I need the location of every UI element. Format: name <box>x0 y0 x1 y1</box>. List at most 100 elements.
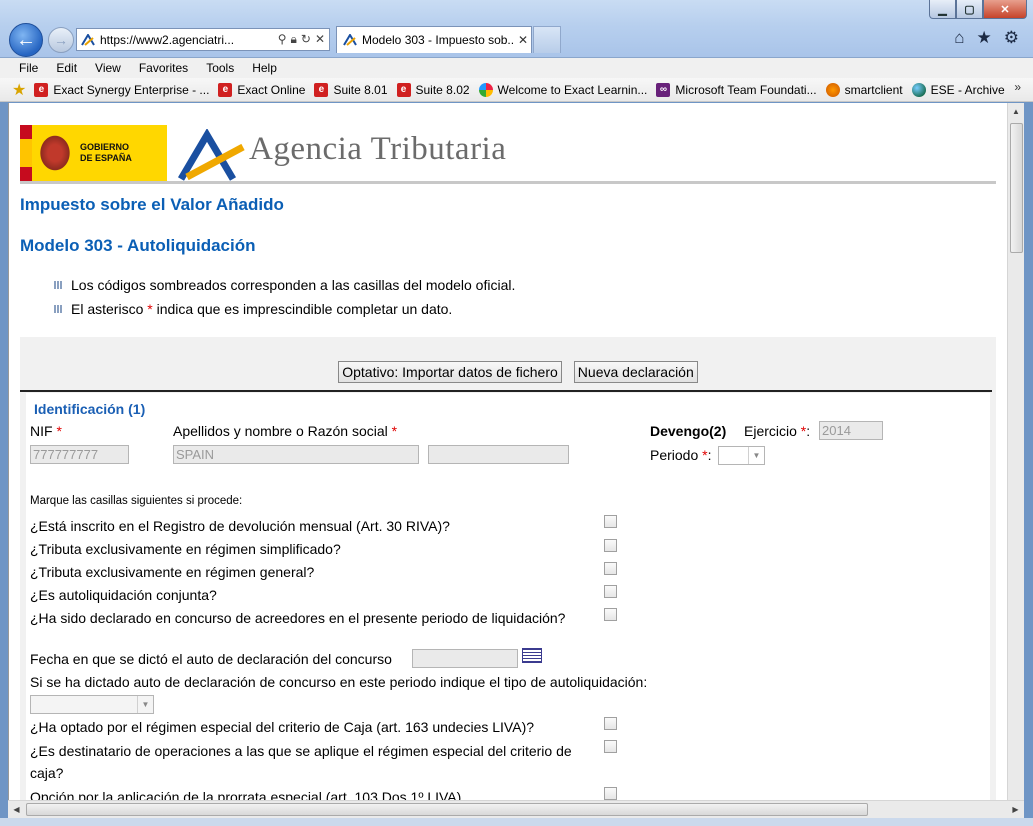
scroll-left-icon[interactable]: ◀ <box>8 801 25 818</box>
section-divider <box>20 390 992 392</box>
name-field[interactable]: SPAIN <box>173 445 419 464</box>
favorite-item[interactable]: e Suite 8.01 <box>314 82 388 97</box>
fecha-label: Fecha en que se dictó el auto de declara… <box>30 651 392 667</box>
close-icon[interactable]: ✕ <box>983 0 1027 19</box>
home-icon[interactable]: ⌂ <box>954 28 964 48</box>
favorites-more-icon[interactable]: » <box>1014 80 1021 94</box>
periodo-label: Periodo *: <box>650 447 712 463</box>
favorite-item[interactable]: e Exact Synergy Enterprise - ... <box>34 82 209 97</box>
new-tab-button[interactable] <box>533 26 561 53</box>
scroll-thumb[interactable] <box>26 803 868 816</box>
scroll-up-icon[interactable]: ▲ <box>1008 103 1024 120</box>
name-field-2[interactable] <box>428 445 569 464</box>
menu-help[interactable]: Help <box>243 61 286 75</box>
question-label: ¿Es destinatario de operaciones a las qu… <box>30 743 572 759</box>
chevron-down-icon: ▼ <box>137 696 153 713</box>
refresh-icon[interactable]: ↻ <box>301 32 311 47</box>
back-button[interactable]: ← <box>9 23 43 57</box>
question-label: ¿Ha optado por el régimen especial del c… <box>30 719 535 735</box>
maximize-icon[interactable]: ▢ <box>956 0 983 19</box>
ejercicio-label: Ejercicio *: <box>744 423 811 439</box>
concurso-acreedores-checkbox[interactable] <box>604 608 617 621</box>
close-tab-icon[interactable]: ✕ <box>515 33 531 47</box>
coat-of-arms-icon <box>38 133 72 173</box>
learning-icon <box>478 82 493 97</box>
arrow-left-icon: ← <box>16 28 36 51</box>
menu-edit[interactable]: Edit <box>47 61 86 75</box>
menu-view[interactable]: View <box>86 61 130 75</box>
scroll-thumb[interactable] <box>1010 123 1023 253</box>
page-subtitle: Modelo 303 - Autoliquidación <box>20 236 256 255</box>
scroll-right-icon[interactable]: ▶ <box>1007 801 1024 818</box>
periodo-select[interactable]: ▼ <box>718 446 765 465</box>
gear-icon[interactable]: ⚙ <box>1004 28 1019 48</box>
new-declaration-button[interactable]: Nueva declaración <box>573 361 698 383</box>
menu-tools[interactable]: Tools <box>197 61 243 75</box>
calendar-icon[interactable] <box>522 648 542 663</box>
page-viewport: GOBIERNO DE ESPAÑA Agencia Tributaria Im… <box>8 103 1024 800</box>
question-label-cont: caja? <box>30 765 64 781</box>
devolucion-mensual-checkbox[interactable] <box>604 515 617 528</box>
exact-icon: e <box>34 82 49 97</box>
tipo-autoliquidacion-select[interactable]: ▼ <box>30 695 154 714</box>
tipo-label: Si se ha dictado auto de declaración de … <box>30 674 648 690</box>
identification-section: Identificación (1) NIF * 777777777 Apell… <box>26 393 990 800</box>
question-label: ¿Es autoliquidación conjunta? <box>30 587 217 603</box>
ejercicio-field[interactable]: 2014 <box>819 421 883 440</box>
menu-file[interactable]: File <box>10 61 47 75</box>
criterio-caja-checkbox[interactable] <box>604 717 617 730</box>
question-label: ¿Está inscrito en el Registro de devoluc… <box>30 518 450 534</box>
agency-logo-icon <box>177 129 245 181</box>
section-title: Identificación (1) <box>34 401 146 417</box>
question-label: Opción por la aplicación de la prorrata … <box>30 789 462 800</box>
search-icon[interactable]: ⚲ <box>278 32 287 47</box>
agency-name: Agencia Tributaria <box>249 131 507 167</box>
regimen-simplificado-checkbox[interactable] <box>604 539 617 552</box>
status-bar <box>0 818 1033 826</box>
favorite-item[interactable]: ESE - Archive <box>911 82 1005 97</box>
header-divider <box>20 181 996 184</box>
regimen-general-checkbox[interactable] <box>604 562 617 575</box>
fecha-concurso-field[interactable] <box>412 649 518 668</box>
destinatario-caja-checkbox[interactable] <box>604 740 617 753</box>
instructions-list: Los códigos sombreados corresponden a la… <box>54 273 515 321</box>
logo-text-line1: GOBIERNO <box>80 142 130 152</box>
import-file-button[interactable]: Optativo: Importar datos de fichero <box>338 361 562 383</box>
address-url[interactable]: https://www2.agenciatri... <box>100 33 278 47</box>
address-bar[interactable]: https://www2.agenciatri... ⚲ 🔒︎ ↻ ✕ <box>76 28 330 51</box>
list-item: Los códigos sombreados corresponden a la… <box>54 273 515 297</box>
favorite-item[interactable]: smartclient <box>825 82 903 97</box>
form-actions: Optativo: Importar datos de fichero Nuev… <box>20 361 996 383</box>
favorite-item[interactable]: ∞ Microsoft Team Foundati... <box>656 82 817 97</box>
globe-icon <box>911 82 926 97</box>
tab-modelo-303[interactable]: Modelo 303 - Impuesto sob... ✕ <box>336 26 532 53</box>
agency-favicon-icon <box>343 34 357 46</box>
star-icon[interactable]: ★ <box>977 28 992 48</box>
prorrata-especial-checkbox[interactable] <box>604 787 617 800</box>
favorite-item[interactable]: Welcome to Exact Learnin... <box>478 82 647 97</box>
marque-label: Marque las casillas siguientes si proced… <box>30 495 243 507</box>
menu-bar: File Edit View Favorites Tools Help <box>0 58 1033 78</box>
bullet-icon <box>54 281 62 289</box>
lock-icon[interactable]: 🔒︎ <box>290 32 296 47</box>
exact-icon: e <box>218 82 233 97</box>
minimize-icon[interactable]: ▁ <box>929 0 956 19</box>
gobierno-logo: GOBIERNO DE ESPAÑA <box>20 125 167 181</box>
autoliquidacion-conjunta-checkbox[interactable] <box>604 585 617 598</box>
horizontal-scrollbar[interactable]: ◀ ▶ <box>8 800 1024 818</box>
favorites-star-icon[interactable]: ★ <box>12 80 26 100</box>
vertical-scrollbar[interactable]: ▲ <box>1007 103 1024 800</box>
browser-tools: ⌂ ★ ⚙ <box>954 28 1019 48</box>
arrow-right-icon: → <box>54 32 68 48</box>
spain-flag-icon <box>20 125 32 181</box>
bullet-icon <box>54 305 62 313</box>
page-title: Impuesto sobre el Valor Añadido <box>20 195 284 214</box>
menu-favorites[interactable]: Favorites <box>130 61 197 75</box>
stop-icon[interactable]: ✕ <box>315 32 325 47</box>
favorite-item[interactable]: e Suite 8.02 <box>396 82 470 97</box>
favorites-bar: ★ e Exact Synergy Enterprise - ... e Exact… <box>0 78 1033 102</box>
forward-button[interactable]: → <box>48 27 74 53</box>
nif-field[interactable]: 777777777 <box>30 445 129 464</box>
window-controls: ▁ ▢ ✕ <box>929 0 1027 19</box>
favorite-item[interactable]: e Exact Online <box>218 82 305 97</box>
